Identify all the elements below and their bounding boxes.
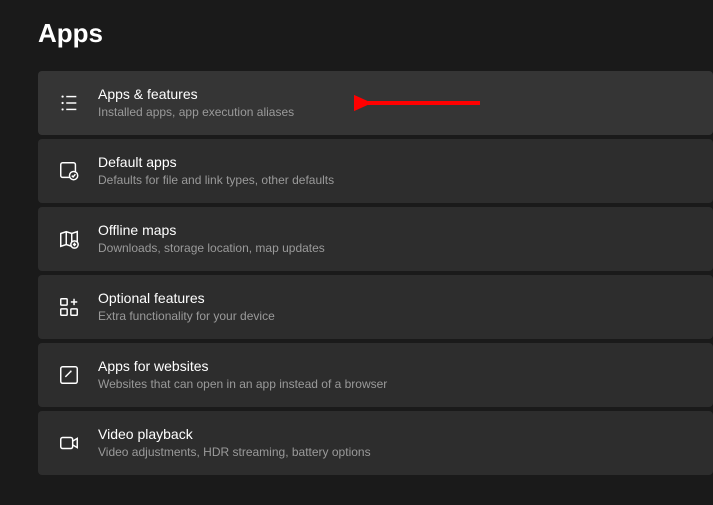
settings-item-video-playback[interactable]: Video playback Video adjustments, HDR st… [38, 411, 713, 475]
annotation-arrow [354, 89, 484, 117]
settings-item-title: Apps for websites [98, 358, 387, 376]
settings-item-title: Offline maps [98, 222, 325, 240]
video-playback-icon [58, 432, 80, 454]
settings-item-title: Default apps [98, 154, 334, 172]
settings-item-text: Apps for websites Websites that can open… [98, 358, 387, 393]
apps-features-icon [58, 92, 80, 114]
settings-item-title: Apps & features [98, 86, 294, 104]
settings-item-offline-maps[interactable]: Offline maps Downloads, storage location… [38, 207, 713, 271]
settings-item-apps-features[interactable]: Apps & features Installed apps, app exec… [38, 71, 713, 135]
settings-item-title: Video playback [98, 426, 371, 444]
apps-for-websites-icon [58, 364, 80, 386]
offline-maps-icon [58, 228, 80, 250]
settings-item-subtitle: Websites that can open in an app instead… [98, 377, 387, 392]
settings-item-subtitle: Defaults for file and link types, other … [98, 173, 334, 188]
settings-item-apps-for-websites[interactable]: Apps for websites Websites that can open… [38, 343, 713, 407]
settings-item-subtitle: Video adjustments, HDR streaming, batter… [98, 445, 371, 460]
page-title: Apps [0, 0, 713, 71]
settings-item-text: Optional features Extra functionality fo… [98, 290, 275, 325]
settings-item-subtitle: Extra functionality for your device [98, 309, 275, 324]
settings-item-text: Offline maps Downloads, storage location… [98, 222, 325, 257]
settings-item-subtitle: Downloads, storage location, map updates [98, 241, 325, 256]
optional-features-icon [58, 296, 80, 318]
settings-item-subtitle: Installed apps, app execution aliases [98, 105, 294, 120]
settings-item-text: Default apps Defaults for file and link … [98, 154, 334, 189]
settings-item-title: Optional features [98, 290, 275, 308]
default-apps-icon [58, 160, 80, 182]
settings-item-default-apps[interactable]: Default apps Defaults for file and link … [38, 139, 713, 203]
settings-item-text: Video playback Video adjustments, HDR st… [98, 426, 371, 461]
settings-item-list: Apps & features Installed apps, app exec… [0, 71, 713, 475]
settings-item-text: Apps & features Installed apps, app exec… [98, 86, 294, 121]
settings-item-optional-features[interactable]: Optional features Extra functionality fo… [38, 275, 713, 339]
